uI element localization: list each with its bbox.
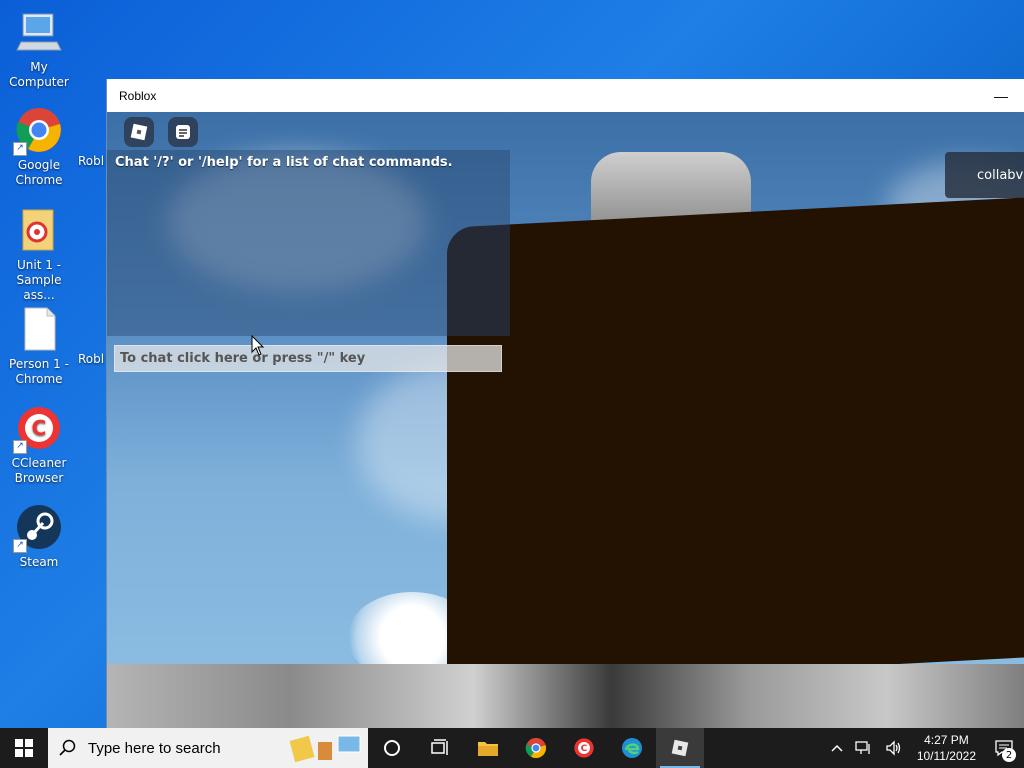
clock-date: 10/11/2022: [916, 749, 976, 763]
desktop-icon-label: Unit 1 - Sample ass...: [16, 258, 62, 302]
taskbar-edge[interactable]: [608, 728, 656, 768]
chat-panel: [107, 150, 510, 336]
shortcut-arrow-icon: ↗: [13, 142, 27, 156]
desktop-icon-label: Person 1 - Chrome: [9, 357, 69, 386]
floor: [107, 664, 1024, 728]
roblox-menu-button[interactable]: [124, 117, 154, 147]
chat-input[interactable]: To chat click here or press "/" key: [114, 345, 502, 372]
desktop-icon-label: CCleaner Browser: [11, 456, 67, 485]
folder-document-icon: [15, 206, 63, 254]
roblox-window: Roblox — Chat '/?' or '/help' for a list: [106, 79, 1024, 728]
roblox-logo-icon: [671, 739, 689, 757]
chevron-up-icon: [831, 744, 843, 752]
desktop-icon-roblox-2[interactable]: Robl: [78, 310, 106, 367]
blank-document-icon: [15, 305, 63, 353]
taskbar-chrome[interactable]: [512, 728, 560, 768]
chrome-icon: ↗: [13, 106, 63, 156]
computer-icon: [15, 8, 63, 56]
desktop-icon-roblox-1[interactable]: Robl: [78, 112, 106, 169]
cortana-icon: [384, 740, 400, 756]
taskbar-file-explorer[interactable]: [464, 728, 512, 768]
taskbar-roblox[interactable]: [656, 728, 704, 768]
volume-button[interactable]: [879, 740, 909, 756]
game-viewport[interactable]: Chat '/?' or '/help' for a list of chat …: [107, 112, 1024, 728]
chat-icon: [176, 125, 190, 139]
ccleaner-icon: C: [574, 738, 594, 758]
cortana-button[interactable]: [368, 728, 416, 768]
minimize-button[interactable]: —: [978, 79, 1024, 112]
mouse-cursor-icon: [251, 335, 265, 356]
window-titlebar[interactable]: Roblox —: [107, 79, 1024, 112]
edge-icon: [622, 738, 642, 758]
desktop-icon-unit1[interactable]: Unit 1 - Sample ass...: [0, 206, 78, 303]
roblox-logo-icon: [130, 123, 148, 141]
clock[interactable]: 4:27 PM 10/11/2022: [909, 732, 984, 764]
desktop-icon-label: Robl: [78, 154, 105, 168]
collab-button[interactable]: collabv: [945, 152, 1024, 198]
desktop-icon-label: My Computer: [9, 60, 69, 89]
chat-toggle-button[interactable]: [168, 117, 198, 147]
steam-icon: ↗: [13, 503, 63, 553]
taskbar: Type here to search C 4:27 PM 10/11/2022…: [0, 728, 1024, 768]
desktop-icon-ccleaner[interactable]: C ↗ CCleaner Browser: [0, 404, 78, 486]
desktop-icon-google-chrome[interactable]: ↗ Google Chrome: [0, 106, 78, 188]
speaker-icon: [886, 740, 900, 756]
shortcut-arrow-icon: ↗: [13, 440, 27, 454]
system-tray: 4:27 PM 10/11/2022 2: [825, 728, 1024, 768]
show-hidden-icons-button[interactable]: [825, 743, 849, 753]
chrome-icon: [525, 737, 547, 759]
shortcut-arrow-icon: ↗: [13, 539, 27, 553]
windows-logo-icon: [15, 739, 33, 757]
task-view-icon: [431, 739, 448, 755]
search-highlight-illustration-icon: [290, 735, 361, 763]
window-title: Roblox: [119, 88, 157, 103]
folder-icon: [478, 742, 498, 756]
desktop-icon-label: Robl: [78, 352, 105, 366]
task-view-button[interactable]: [416, 728, 464, 768]
notification-badge: 2: [1002, 748, 1016, 762]
start-button[interactable]: [0, 728, 48, 768]
network-button[interactable]: [849, 740, 879, 756]
desktop-icon-label: Google Chrome: [15, 158, 63, 187]
desktop-icon-steam[interactable]: ↗ Steam: [0, 503, 78, 570]
action-center-button[interactable]: 2: [984, 728, 1024, 768]
desktop-icon-person1[interactable]: Person 1 - Chrome: [0, 305, 78, 387]
clock-time: 4:27 PM: [924, 733, 969, 747]
desktop-icon-my-computer[interactable]: My Computer: [0, 8, 78, 90]
brown-block: [447, 196, 1024, 688]
taskbar-search-box[interactable]: Type here to search: [48, 728, 368, 768]
ccleaner-icon: C ↗: [13, 404, 63, 454]
search-icon: [48, 739, 88, 757]
svg-text:C: C: [581, 743, 588, 754]
desktop-icon-label: Steam: [19, 555, 59, 569]
search-placeholder: Type here to search: [88, 739, 221, 757]
chat-system-message: Chat '/?' or '/help' for a list of chat …: [115, 155, 453, 170]
svg-text:C: C: [32, 416, 47, 440]
taskbar-ccleaner[interactable]: C: [560, 728, 608, 768]
network-icon: [855, 741, 870, 754]
